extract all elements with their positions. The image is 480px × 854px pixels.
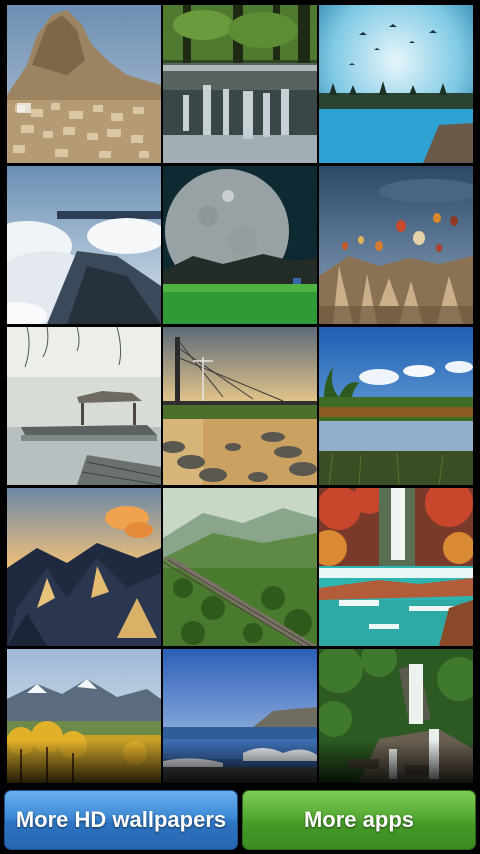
wallpaper-thumbnail[interactable] [7, 166, 161, 324]
wallpaper-image [7, 488, 161, 646]
more-apps-label: More apps [303, 807, 415, 832]
wallpaper-image [163, 649, 317, 783]
wallpaper-thumbnail[interactable] [163, 5, 317, 163]
wallpaper-thumbnail[interactable] [319, 327, 473, 485]
wallpaper-image [163, 488, 317, 646]
wallpaper-image [319, 5, 473, 163]
wallpaper-thumbnail[interactable] [319, 5, 473, 163]
wallpaper-image [319, 327, 473, 485]
wallpaper-gallery-screen: More HD wallpapers More apps [0, 0, 480, 854]
wallpaper-image [319, 649, 473, 783]
wallpaper-thumbnail[interactable] [7, 488, 161, 646]
wallpaper-image [163, 327, 317, 485]
wallpaper-thumbnail[interactable] [163, 649, 317, 783]
wallpaper-thumbnail[interactable] [319, 166, 473, 324]
wallpaper-image [7, 5, 161, 163]
wallpaper-grid [7, 5, 473, 783]
wallpaper-thumbnail[interactable] [7, 649, 161, 783]
wallpaper-thumbnail[interactable] [319, 649, 473, 783]
more-hd-wallpapers-label: More HD wallpapers [15, 807, 227, 832]
wallpaper-image [7, 166, 161, 324]
wallpaper-thumbnail[interactable] [319, 488, 473, 646]
wallpaper-thumbnail[interactable] [163, 488, 317, 646]
wallpaper-image [7, 649, 161, 783]
wallpaper-image [319, 166, 473, 324]
more-hd-wallpapers-button[interactable]: More HD wallpapers [4, 790, 238, 850]
wallpaper-thumbnail[interactable] [163, 327, 317, 485]
wallpaper-thumbnail[interactable] [163, 166, 317, 324]
wallpaper-thumbnail[interactable] [7, 327, 161, 485]
wallpaper-thumbnail[interactable] [7, 5, 161, 163]
wallpaper-image [319, 488, 473, 646]
wallpaper-image [163, 5, 317, 163]
wallpaper-image [163, 166, 317, 324]
wallpaper-image [7, 327, 161, 485]
more-apps-button[interactable]: More apps [242, 790, 476, 850]
